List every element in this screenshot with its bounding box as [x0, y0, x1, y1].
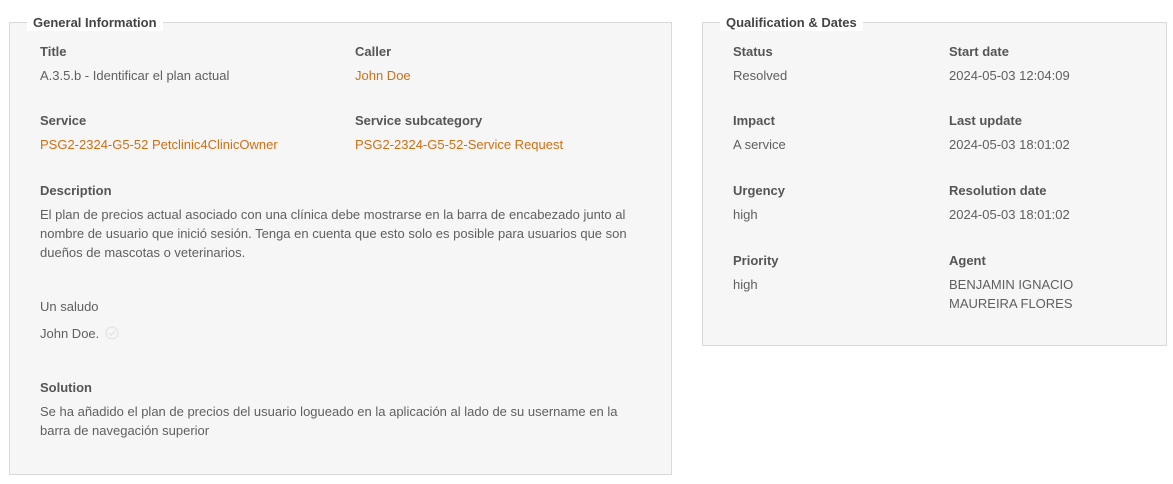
signature-text: John Doe.: [40, 326, 100, 341]
description-text: El plan de precios actual asociado con u…: [40, 207, 627, 260]
title-label: Title: [40, 44, 67, 59]
urgency-label: Urgency: [733, 183, 786, 198]
caller-field: Caller John Doe: [355, 43, 411, 85]
status-field: Status Resolved: [733, 43, 787, 85]
service-subcategory-label: Service subcategory: [355, 113, 483, 128]
priority-label: Priority: [733, 253, 779, 268]
impact-value: A service: [733, 137, 786, 152]
priority-field: Priority high: [733, 252, 779, 294]
description-label: Description: [40, 183, 112, 198]
description-field: Description El plan de precios actual as…: [40, 182, 645, 262]
solution-label: Solution: [40, 380, 92, 395]
priority-value: high: [733, 277, 758, 292]
resolution-date-field: Resolution date 2024-05-03 18:01:02: [949, 182, 1070, 224]
resolution-date-label: Resolution date: [949, 183, 1047, 198]
service-subcategory-link[interactable]: PSG2-2324-G5-52-Service Request: [355, 135, 563, 154]
title-value: A.3.5.b - Identificar el plan actual: [40, 68, 230, 83]
urgency-value: high: [733, 207, 758, 222]
general-information-panel: General Information Title A.3.5.b - Iden…: [9, 14, 672, 475]
service-subcategory-field: Service subcategory PSG2-2324-G5-52-Serv…: [355, 112, 563, 154]
agent-value: BENJAMIN IGNACIO MAUREIRA FLORES: [949, 277, 1074, 311]
resolution-date-value: 2024-05-03 18:01:02: [949, 207, 1070, 222]
service-label: Service: [40, 113, 87, 128]
title-field: Title A.3.5.b - Identificar el plan actu…: [40, 43, 229, 85]
caller-label: Caller: [355, 44, 392, 59]
greeting-text: Un saludo: [40, 299, 99, 314]
solution-text: Se ha añadido el plan de precios del usu…: [40, 404, 618, 438]
start-date-label: Start date: [949, 44, 1009, 59]
status-value: Resolved: [733, 68, 788, 83]
signature-line: John Doe.: [40, 324, 119, 343]
service-field: Service PSG2-2324-G5-52 Petclinic4Clinic…: [40, 112, 278, 154]
last-update-label: Last update: [949, 113, 1022, 128]
agent-label: Agent: [949, 253, 986, 268]
status-label: Status: [733, 44, 773, 59]
general-information-legend: General Information: [27, 14, 163, 31]
start-date-value: 2024-05-03 12:04:09: [949, 68, 1070, 83]
solution-field: Solution Se ha añadido el plan de precio…: [40, 379, 645, 440]
service-link[interactable]: PSG2-2324-G5-52 Petclinic4ClinicOwner: [40, 135, 278, 154]
last-update-value: 2024-05-03 18:01:02: [949, 137, 1070, 152]
impact-field: Impact A service: [733, 112, 786, 154]
caller-link[interactable]: John Doe: [355, 66, 411, 85]
check-badge-icon: [105, 326, 119, 340]
qualification-dates-legend: Qualification & Dates: [720, 14, 863, 31]
qualification-dates-panel: Qualification & Dates Status Resolved St…: [702, 14, 1167, 346]
last-update-field: Last update 2024-05-03 18:01:02: [949, 112, 1070, 154]
start-date-field: Start date 2024-05-03 12:04:09: [949, 43, 1070, 85]
urgency-field: Urgency high: [733, 182, 785, 224]
impact-label: Impact: [733, 113, 775, 128]
agent-field: Agent BENJAMIN IGNACIO MAUREIRA FLORES: [949, 252, 1099, 313]
